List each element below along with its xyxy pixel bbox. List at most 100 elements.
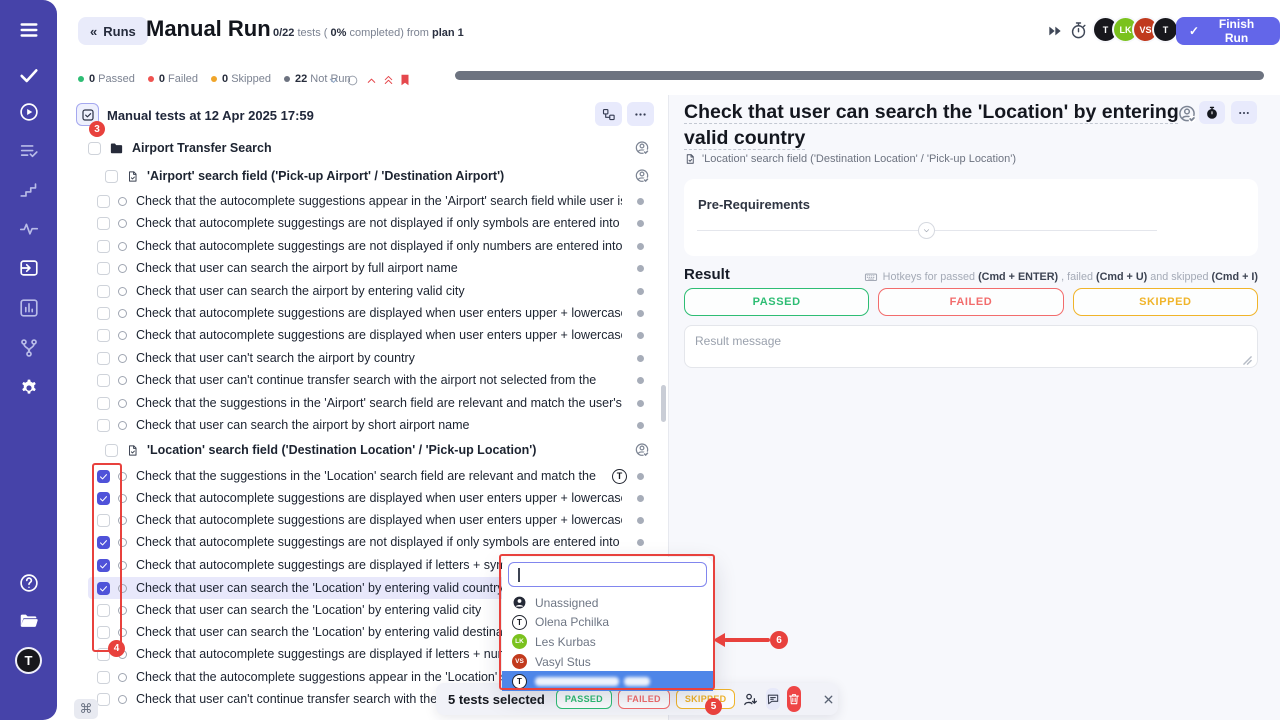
tree-row-test[interactable]: Check that user can't search the airport… [88, 347, 656, 369]
bulk-comment-button[interactable] [766, 688, 780, 710]
row-checkbox[interactable] [97, 352, 110, 365]
row-checkbox[interactable] [97, 693, 110, 706]
row-assign-icon[interactable] [634, 442, 650, 458]
row-checkbox[interactable] [105, 170, 118, 183]
sidebar-item-activity[interactable] [0, 218, 57, 240]
sidebar-item-help[interactable] [0, 572, 57, 594]
row-checkbox[interactable] [97, 626, 110, 639]
row-checkbox[interactable] [97, 582, 110, 595]
assignee-option[interactable]: Unassigned [502, 593, 713, 613]
tree-more-button[interactable] [627, 102, 654, 126]
chevron-down-icon[interactable] [327, 74, 340, 87]
row-checkbox[interactable] [97, 536, 110, 549]
detail-more-button[interactable] [1231, 101, 1257, 124]
resize-handle-icon[interactable] [1243, 356, 1252, 365]
tree-row-test[interactable]: Check that autocomplete suggestions are … [88, 509, 656, 531]
row-checkbox[interactable] [97, 285, 110, 298]
tree-row-test[interactable]: Check that autocomplete suggestings are … [88, 235, 656, 257]
row-checkbox[interactable] [105, 444, 118, 457]
row-checkbox[interactable] [97, 374, 110, 387]
row-checkbox[interactable] [97, 262, 110, 275]
assignee-search-input[interactable] [508, 562, 707, 587]
text-segment: completed) from [346, 27, 432, 39]
tree-row-test[interactable]: Check that the suggestions in the 'Airpo… [88, 392, 656, 414]
tree-row-test[interactable]: Check that autocomplete suggestions are … [88, 302, 656, 324]
tree-row-test[interactable]: Check that the suggestions in the 'Locat… [88, 465, 656, 487]
sidebar-item-check[interactable] [0, 64, 57, 86]
tree-row-test[interactable]: Check that the autocomplete suggestions … [88, 190, 656, 212]
sidebar-item-exit[interactable] [0, 257, 57, 279]
sidebar-item-folder-open[interactable] [0, 610, 57, 632]
circle-icon[interactable] [346, 74, 359, 87]
row-checkbox[interactable] [97, 559, 110, 572]
tree-view-button[interactable] [595, 102, 622, 126]
row-checkbox[interactable] [97, 217, 110, 230]
finish-run-button[interactable]: ✓ Finish Run [1176, 17, 1280, 45]
tree-row-test[interactable]: Check that user can search the airport b… [88, 257, 656, 279]
row-checkbox[interactable] [97, 307, 110, 320]
row-checkbox[interactable] [97, 329, 110, 342]
chevrons-up-icon[interactable] [382, 74, 395, 87]
tree-row-test[interactable]: Check that autocomplete suggestions are … [88, 324, 656, 346]
row-checkbox[interactable] [88, 142, 101, 155]
bulk-status-failed[interactable]: FAILED [618, 689, 670, 709]
tree-row-test[interactable]: Check that user can't continue transfer … [88, 369, 656, 391]
bulk-assign-button[interactable] [742, 688, 759, 710]
row-assign-icon[interactable] [634, 168, 650, 184]
sidebar-item-git-branch[interactable] [0, 337, 57, 359]
tree-row-test[interactable]: Check that user can search the airport b… [88, 414, 656, 436]
assignee-option[interactable]: TOlena Pchilka [502, 613, 713, 633]
sidebar-item-play-circle[interactable] [0, 101, 57, 123]
assignee-option[interactable]: VSVasyl Stus [502, 652, 713, 672]
tree-row-test[interactable]: Check that autocomplete suggestions are … [88, 487, 656, 509]
row-checkbox[interactable] [97, 240, 110, 253]
row-checkbox[interactable] [97, 195, 110, 208]
row-checkbox[interactable] [97, 419, 110, 432]
result-button-passed[interactable]: PASSED [684, 288, 869, 316]
sidebar-item-gear[interactable] [0, 377, 57, 399]
sidebar-item-bar-chart[interactable] [0, 297, 57, 319]
assignee-option[interactable]: LKLes Kurbas [502, 632, 713, 652]
expand-circle-button[interactable] [918, 222, 935, 239]
row-checkbox[interactable] [97, 470, 110, 483]
scrollbar-thumb[interactable] [661, 385, 666, 422]
row-status-dot [637, 495, 644, 502]
sidebar-item-list-check[interactable] [0, 140, 57, 162]
sidebar-item-steps[interactable] [0, 179, 57, 201]
close-selection-button[interactable] [822, 689, 835, 709]
row-checkbox[interactable] [97, 671, 110, 684]
keyboard-shortcuts-badge[interactable]: ⌘ [74, 699, 98, 719]
tree-row-doc[interactable]: 'Location' search field ('Destination Lo… [88, 439, 656, 461]
avatar[interactable]: T [1152, 16, 1179, 43]
stopwatch-icon[interactable] [1069, 21, 1088, 40]
tree-row-test[interactable]: Check that autocomplete suggestings are … [88, 212, 656, 234]
bookmark-icon[interactable] [398, 73, 412, 87]
fast-forward-icon[interactable] [1047, 23, 1063, 39]
result-button-skipped[interactable]: SKIPPED [1073, 288, 1258, 316]
status-dot [78, 76, 84, 82]
sidebar-item-menu[interactable] [0, 19, 57, 41]
sidebar-user-avatar[interactable]: T [0, 647, 57, 674]
row-checkbox[interactable] [97, 492, 110, 505]
tree-row-doc[interactable]: 'Airport' search field ('Pick-up Airport… [88, 165, 656, 187]
row-checkbox[interactable] [97, 514, 110, 527]
bulk-status-passed[interactable]: PASSED [556, 689, 612, 709]
test-case-title[interactable]: Check that user can search the 'Location… [684, 99, 1184, 151]
result-message-input[interactable] [684, 325, 1258, 368]
result-button-failed[interactable]: FAILED [878, 288, 1063, 316]
assign-user-icon[interactable] [1177, 104, 1197, 124]
timer-button[interactable] [1199, 101, 1225, 124]
assignee-option[interactable]: T [502, 671, 713, 691]
status-ring-icon [118, 354, 127, 363]
row-checkbox[interactable] [97, 397, 110, 410]
chevron-up-icon[interactable] [365, 74, 378, 87]
bulk-delete-button[interactable] [787, 686, 801, 712]
assignee-name: Vasyl Stus [535, 655, 591, 669]
back-to-runs-button[interactable]: « Runs [78, 17, 148, 45]
row-checkbox[interactable] [97, 604, 110, 617]
tree-row-test[interactable]: Check that autocomplete suggestings are … [88, 531, 656, 553]
tree-row-test[interactable]: Check that user can search the airport b… [88, 280, 656, 302]
row-assign-icon[interactable] [634, 140, 650, 156]
tree-row-folder[interactable]: Airport Transfer Search [88, 137, 656, 159]
assignee-avatars[interactable]: TLKVST [1092, 16, 1179, 43]
